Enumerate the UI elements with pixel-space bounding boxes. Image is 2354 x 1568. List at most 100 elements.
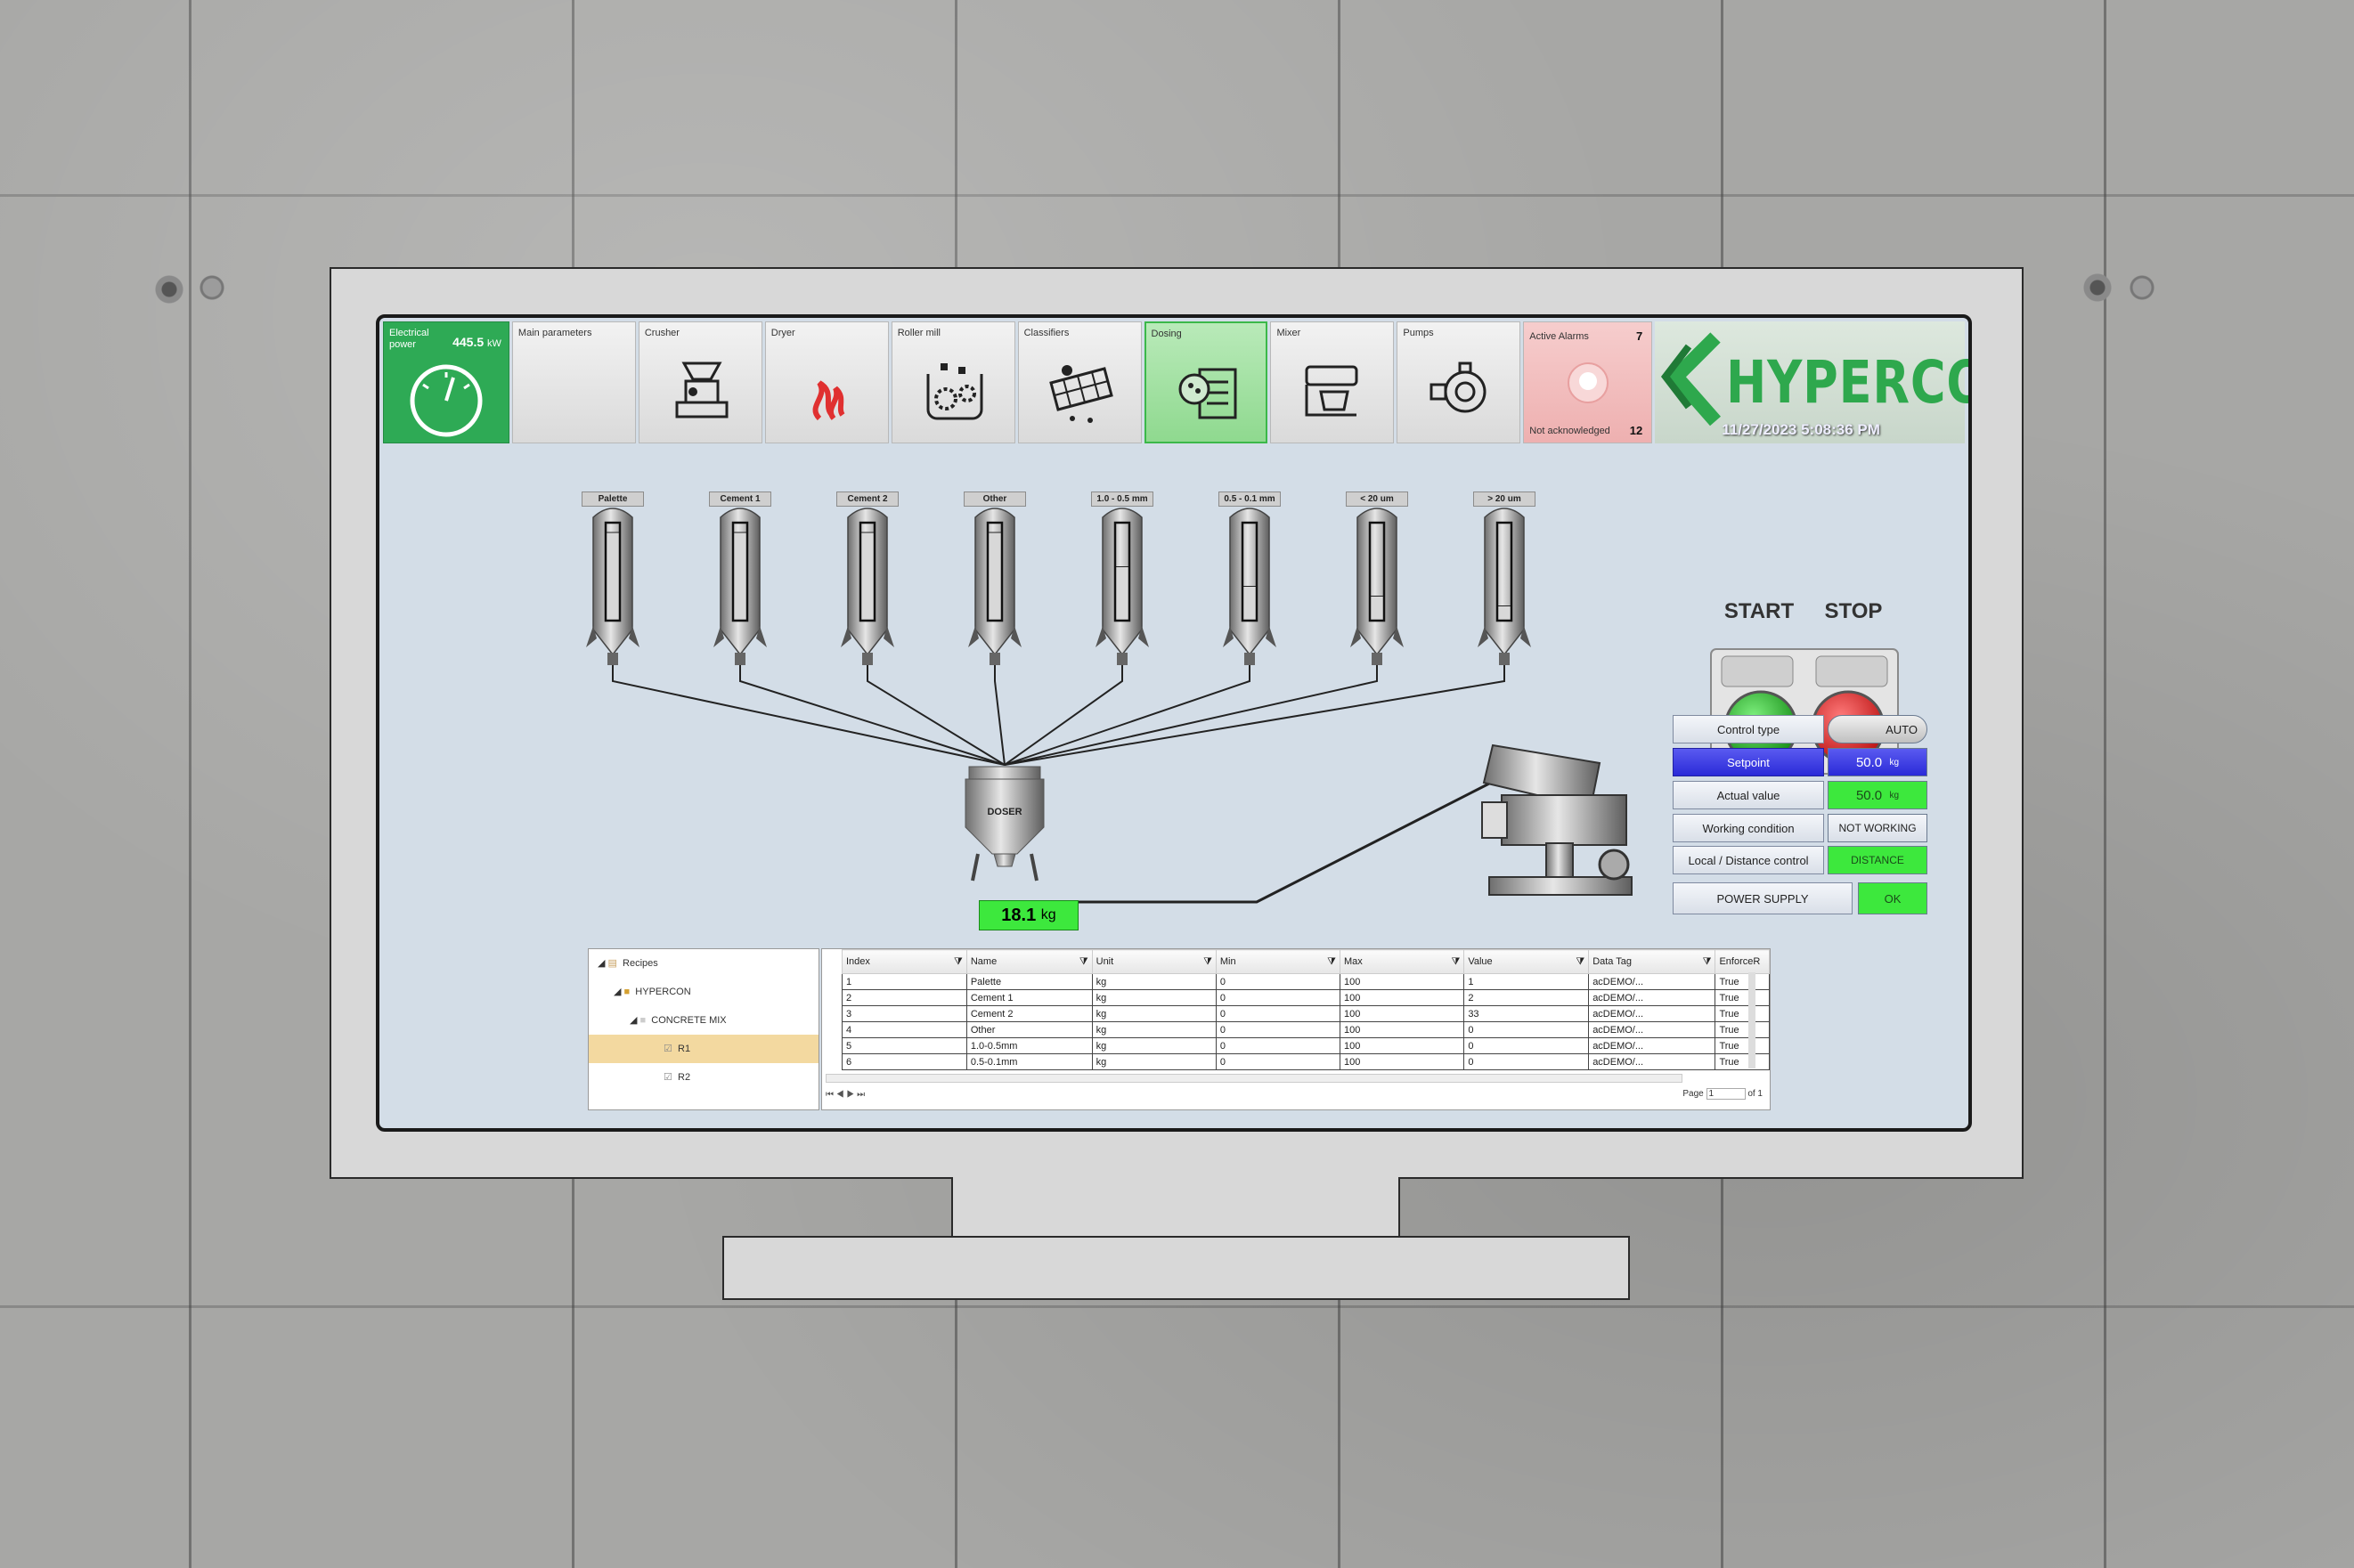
- table-row[interactable]: 5 1.0-0.5mm kg 0 100 0 acDEMO/... True: [842, 1037, 1770, 1054]
- table-row[interactable]: 2 Cement 1 kg 0 100 2 acDEMO/... True: [842, 989, 1770, 1006]
- table-cell: kg: [1091, 1037, 1217, 1054]
- mixer-machine: [1481, 743, 1633, 896]
- silo-label: 1.0 - 0.5 mm: [1091, 492, 1153, 507]
- filter-icon[interactable]: ⧩: [1576, 956, 1584, 968]
- tree-node-recipes[interactable]: ◢ ▤ Recipes: [598, 949, 658, 978]
- tile-crusher[interactable]: Crusher: [638, 321, 762, 443]
- table-row[interactable]: 4 Other kg 0 100 0 acDEMO/... True: [842, 1021, 1770, 1038]
- vertical-scrollbar[interactable]: [1748, 972, 1755, 1068]
- tile-main-parameters[interactable]: Main parameters: [511, 321, 636, 443]
- tree-group-label: CONCRETE MIX: [651, 1015, 727, 1026]
- table-cell: kg: [1091, 989, 1217, 1006]
- table-cell: acDEMO/...: [1588, 1005, 1716, 1022]
- tile-dryer[interactable]: Dryer: [764, 321, 889, 443]
- filter-icon[interactable]: ⧩: [1452, 956, 1461, 968]
- setpoint-value: 50.0: [1855, 754, 1883, 770]
- table-cell: 100: [1339, 989, 1465, 1006]
- filter-icon[interactable]: ⧩: [954, 956, 963, 968]
- setpoint-field[interactable]: 50.0 kg: [1828, 748, 1927, 776]
- table-cell: 4: [842, 1021, 967, 1038]
- column-header[interactable]: Value ⧩: [1463, 949, 1590, 974]
- silo-group: [586, 508, 1531, 665]
- alarm-tile[interactable]: Active Alarms 7 Not acknowledged 12: [1523, 321, 1653, 443]
- silo: [968, 508, 1022, 665]
- filter-icon[interactable]: ⧩: [1327, 956, 1336, 968]
- column-header[interactable]: Name ⧩: [965, 949, 1093, 974]
- doser-weight-value: 18.1: [1001, 905, 1037, 925]
- column-header[interactable]: Unit ⧩: [1091, 949, 1217, 974]
- pager-nav-buttons[interactable]: ⏮ ◀ ▶ ⏭: [826, 1090, 865, 1100]
- tile-label: Mixer: [1276, 328, 1301, 338]
- tile-label: Classifiers: [1023, 328, 1070, 338]
- table-cell: Cement 2: [965, 1005, 1093, 1022]
- page-input[interactable]: 1: [1706, 1088, 1746, 1100]
- tile-pumps[interactable]: Pumps: [1397, 321, 1521, 443]
- silo: [1350, 508, 1404, 665]
- dosing-icon: [1178, 368, 1237, 419]
- table-row[interactable]: 1 Palette kg 0 100 1 acDEMO/... True: [842, 973, 1770, 990]
- top-navigation-bar: Electrical power 445.5 kW Main parameter…: [383, 321, 1968, 443]
- tree-company-label: HYPERCON: [635, 987, 691, 997]
- stop-button-label[interactable]: STOP: [1817, 599, 1890, 624]
- tree-node-company[interactable]: ◢ ■ HYPERCON: [614, 978, 691, 1006]
- silo-name: 1.0 - 0.5 mm: [1091, 492, 1153, 507]
- table-cell: kg: [1091, 973, 1217, 990]
- column-header[interactable]: EnforceR: [1715, 949, 1770, 974]
- actual-value-label: Actual value: [1673, 781, 1824, 809]
- hypercon-logo-mark-icon: [1661, 332, 1722, 427]
- discharge-line: [1079, 781, 1492, 904]
- tree-item-r1[interactable]: ☑ R1: [589, 1035, 819, 1063]
- feed-pipe: [994, 665, 1006, 766]
- tree-item-r2[interactable]: ☑ R2: [664, 1063, 690, 1092]
- column-header-label: Name: [970, 955, 998, 967]
- table-cell: 2: [842, 989, 967, 1006]
- filter-icon[interactable]: ⧩: [1079, 956, 1088, 968]
- table-cell: 0: [1215, 1053, 1340, 1070]
- filter-icon[interactable]: ⧩: [1703, 956, 1712, 968]
- table-cell: 0: [1463, 1037, 1590, 1054]
- silo-name: Cement 2: [836, 492, 899, 507]
- silo-name: > 20 um: [1473, 492, 1535, 507]
- pager: Page 1 of 1: [1682, 1088, 1763, 1100]
- column-header[interactable]: Max ⧩: [1339, 949, 1465, 974]
- column-header[interactable]: Data Tag ⧩: [1588, 949, 1716, 974]
- dryer-flame-icon: [811, 375, 845, 421]
- tile-mixer[interactable]: Mixer: [1270, 321, 1395, 443]
- table-cell: 3: [842, 1005, 967, 1022]
- silo-label: Other: [964, 492, 1026, 507]
- pump-icon: [1430, 362, 1487, 413]
- table-cell: kg: [1091, 1053, 1217, 1070]
- tile-label: Main parameters: [517, 328, 592, 338]
- recipe-tree: ◢ ▤ Recipes ◢ ■ HYPERCON ◢ ■ CONCRETE MI…: [588, 948, 819, 1110]
- page-label: Page: [1682, 1089, 1704, 1099]
- tree-node-group[interactable]: ◢ ■ CONCRETE MIX: [630, 1006, 727, 1035]
- table-row[interactable]: 3 Cement 2 kg 0 100 33 acDEMO/... True: [842, 1005, 1770, 1022]
- filter-icon[interactable]: ⧩: [1203, 956, 1212, 968]
- table-cell: kg: [1091, 1005, 1217, 1022]
- silo-name: 0.5 - 0.1 mm: [1218, 492, 1281, 507]
- table-row[interactable]: 6 0.5-0.1mm kg 0 100 0 acDEMO/... True: [842, 1053, 1770, 1070]
- table-cell: 100: [1339, 1005, 1465, 1022]
- not-acknowledged-label: Not acknowledged: [1529, 426, 1610, 436]
- tile-dosing[interactable]: Dosing: [1144, 321, 1268, 443]
- column-header-label: Unit: [1096, 955, 1114, 967]
- table-cell: True: [1715, 989, 1770, 1006]
- tile-roller-mill[interactable]: Roller mill: [891, 321, 1015, 443]
- start-button-label[interactable]: START: [1723, 599, 1796, 624]
- control-type-toggle[interactable]: AUTO: [1828, 715, 1927, 743]
- feed-pipe: [612, 665, 1006, 766]
- tile-classifiers[interactable]: Classifiers: [1017, 321, 1142, 443]
- column-header[interactable]: Index ⧩: [842, 949, 967, 974]
- table-cell: kg: [1091, 1021, 1217, 1038]
- table-cell: True: [1715, 1021, 1770, 1038]
- table-cell: 1: [1463, 973, 1590, 990]
- electrical-power-tile[interactable]: Electrical power 445.5 kW: [383, 321, 509, 443]
- power-supply-label: POWER SUPPLY: [1673, 882, 1853, 914]
- table-cell: acDEMO/...: [1588, 989, 1716, 1006]
- horizontal-scrollbar[interactable]: [826, 1074, 1682, 1083]
- table-cell: 2: [1463, 989, 1590, 1006]
- feed-pipe: [1004, 665, 1250, 766]
- table-cell: True: [1715, 973, 1770, 990]
- recipe-data-grid: Index ⧩ Name ⧩ Unit ⧩ Min ⧩ Max ⧩ Value ⧩ Data…: [821, 948, 1771, 1110]
- column-header[interactable]: Min ⧩: [1215, 949, 1340, 974]
